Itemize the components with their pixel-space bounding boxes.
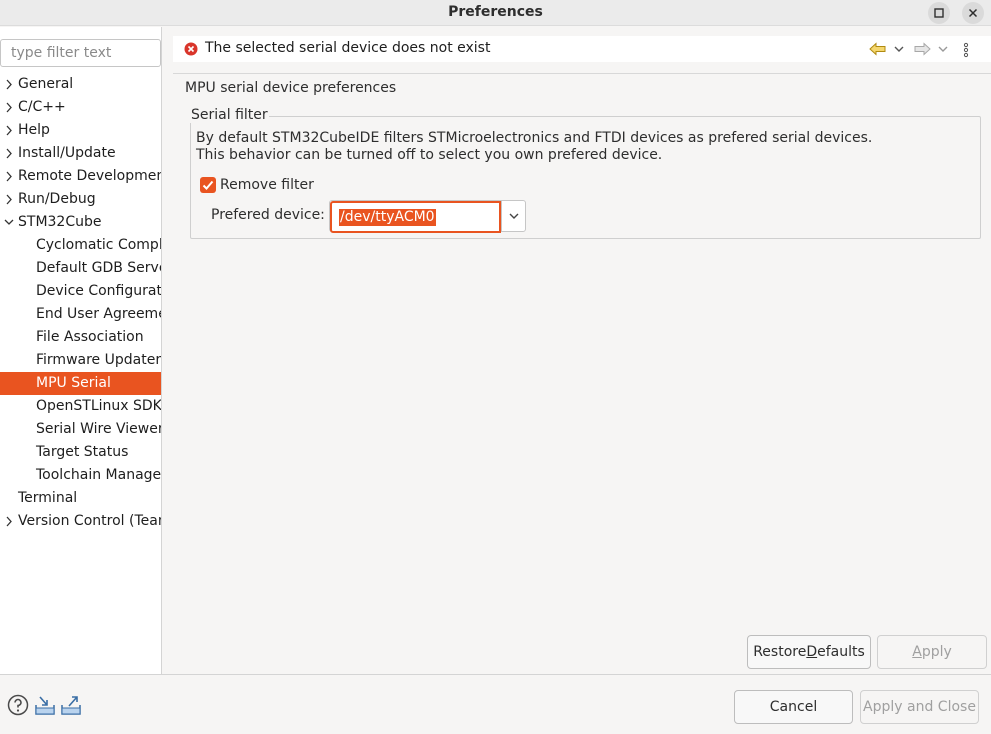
title-bar: Preferences (0, 0, 991, 26)
tree-item[interactable]: C/C++ (0, 96, 161, 119)
tree-item[interactable]: File Association (0, 326, 161, 349)
import-icon[interactable] (34, 694, 56, 720)
forward-dropdown-icon[interactable] (937, 42, 949, 60)
filter-input[interactable] (0, 39, 161, 67)
prefered-device-value: /dev/ttyACM0 (339, 209, 436, 226)
tree-item[interactable]: STM32Cube (0, 211, 161, 234)
tree-item[interactable]: Firmware Updater (0, 349, 162, 372)
chevron-right-icon[interactable] (3, 73, 15, 96)
tree-item-label: MPU Serial (36, 375, 111, 391)
tree-item-label: Remote Development (18, 168, 162, 184)
tree-item[interactable]: Help (0, 119, 161, 142)
tree-item-label: End User Agreement (36, 306, 161, 322)
maximize-icon (934, 8, 944, 18)
chevron-right-icon[interactable] (3, 510, 15, 533)
description-line-2: This behavior can be turned off to selec… (196, 147, 663, 163)
tree-item-label: Cyclomatic Complexity (36, 237, 162, 253)
window-title: Preferences (448, 4, 543, 20)
export-icon[interactable] (60, 694, 82, 720)
tree-item-label: Version Control (Team) (18, 513, 162, 529)
header-divider (173, 73, 991, 74)
cancel-button[interactable]: Cancel (734, 690, 853, 724)
tree-item[interactable]: General (0, 73, 161, 96)
tree-item[interactable]: Cyclomatic Complexity (0, 234, 162, 257)
prefered-device-input[interactable]: /dev/ttyACM0 (330, 201, 501, 233)
tree-item[interactable]: Default GDB Server (0, 257, 162, 280)
tree-item[interactable]: OpenSTLinux SDK Manager (0, 395, 162, 418)
tree-item-label: C/C++ (18, 99, 66, 115)
tree-item[interactable]: MPU Serial (0, 372, 161, 395)
error-icon (184, 42, 198, 56)
tree-item-label: Default GDB Server (36, 260, 162, 276)
back-dropdown-icon[interactable] (893, 42, 905, 60)
close-button[interactable] (962, 2, 984, 24)
tree-item-label: Help (18, 122, 50, 138)
restore-defaults-button[interactable]: Restore Defaults (747, 635, 871, 669)
tree-item-label: Target Status (36, 444, 129, 460)
tree-item-label: File Association (36, 329, 144, 345)
chevron-right-icon[interactable] (3, 165, 15, 188)
preferences-tree-panel: General C/C++ Help Install/Update Remote Dev… (0, 27, 162, 674)
tree-item[interactable]: Device Configuration Tool (0, 280, 162, 303)
checkmark-icon (202, 180, 214, 190)
preferences-tree: General C/C++ Help Install/Update Remote Dev… (0, 73, 162, 533)
tree-item-label: General (18, 76, 74, 92)
tree-item-label: Run/Debug (18, 191, 96, 207)
tree-item[interactable]: Run/Debug (0, 188, 161, 211)
tree-item-label: Install/Update (18, 145, 116, 161)
tree-item[interactable]: Toolchain Manager (0, 464, 162, 487)
tree-item-label: Serial Wire Viewer (36, 421, 162, 437)
back-arrow-icon[interactable] (869, 42, 887, 60)
group-label: Serial filter (190, 107, 269, 123)
description-line-1: By default STM32CubeIDE filters STMicroe… (196, 130, 873, 146)
tree-item-label: Terminal (18, 490, 78, 506)
tree-item-label: Toolchain Manager (36, 467, 162, 483)
tree-item-label: Device Configuration Tool (36, 283, 162, 299)
page-header: The selected serial device does not exis… (173, 36, 991, 62)
prefered-device-label: Prefered device: (211, 207, 325, 223)
tree-item[interactable]: Install/Update (0, 142, 161, 165)
footer-divider (0, 674, 991, 675)
chevron-right-icon[interactable] (3, 96, 15, 119)
remove-filter-label[interactable]: Remove filter (220, 177, 314, 193)
chevron-down-icon (509, 213, 519, 219)
help-icon[interactable] (7, 694, 29, 720)
prefered-device-dropdown[interactable] (501, 201, 526, 231)
apply-button[interactable]: Apply (877, 635, 987, 669)
tree-item[interactable]: Target Status (0, 441, 161, 464)
tree-item[interactable]: Remote Development (0, 165, 162, 188)
tree-item[interactable]: Version Control (Team) (0, 510, 162, 533)
close-icon (968, 8, 978, 18)
prefered-device-combo[interactable]: /dev/ttyACM0 (329, 200, 526, 233)
chevron-down-icon[interactable] (3, 211, 15, 234)
maximize-button[interactable] (928, 2, 950, 24)
apply-and-close-button[interactable]: Apply and Close (860, 690, 979, 724)
forward-arrow-icon[interactable] (913, 42, 931, 60)
tree-item-label: OpenSTLinux SDK Manager (36, 398, 162, 414)
error-message: The selected serial device does not exis… (205, 40, 491, 56)
tree-item[interactable]: End User Agreement (0, 303, 161, 326)
chevron-right-icon[interactable] (3, 188, 15, 211)
page-title: MPU serial device preferences (185, 80, 397, 96)
view-menu-icon[interactable] (963, 42, 969, 62)
tree-item-label: STM32Cube (18, 214, 102, 230)
chevron-right-icon[interactable] (3, 142, 15, 165)
tree-item[interactable]: Serial Wire Viewer (0, 418, 162, 441)
tree-item-label: Firmware Updater (36, 352, 162, 368)
remove-filter-checkbox[interactable] (200, 177, 216, 193)
tree-item[interactable]: Terminal (0, 487, 161, 510)
chevron-right-icon[interactable] (3, 119, 15, 142)
